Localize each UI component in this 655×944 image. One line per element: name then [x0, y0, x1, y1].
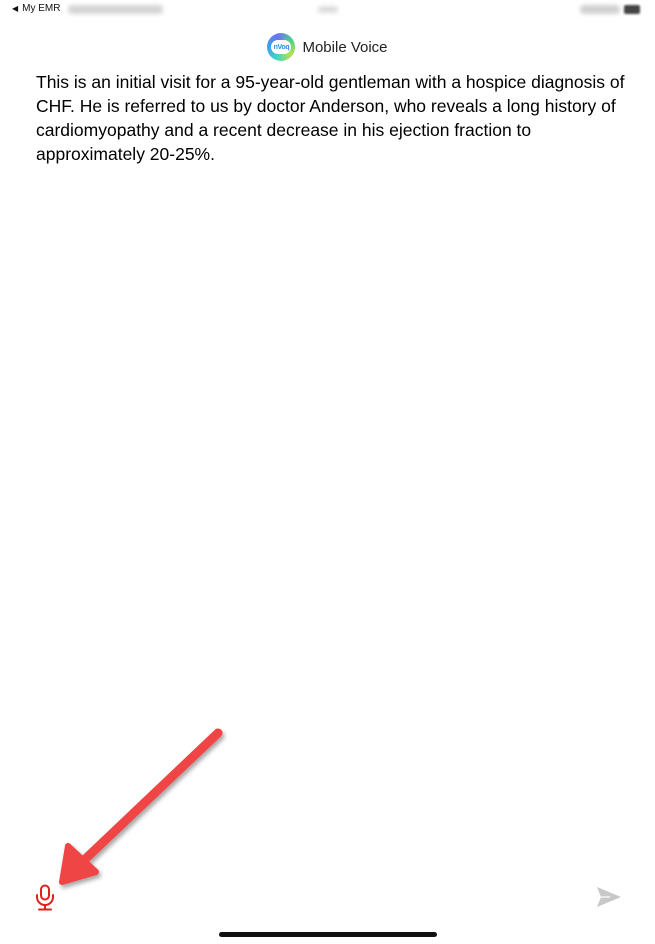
blurred-status-center [318, 6, 338, 13]
app-title: Mobile Voice [302, 38, 388, 56]
blurred-status-time [68, 5, 163, 14]
app-header: nVoq Mobile Voice [0, 32, 655, 62]
back-to-app-link[interactable]: ◀ My EMR [12, 3, 61, 14]
home-indicator[interactable] [219, 932, 437, 937]
app-logo: nVoq [267, 33, 296, 61]
status-bar: ◀ My EMR [0, 0, 655, 22]
dictation-transcript[interactable]: This is an initial visit for a 95-year-o… [36, 70, 626, 166]
back-chevron-icon: ◀ [12, 4, 19, 13]
send-button[interactable] [596, 886, 622, 908]
send-icon [597, 887, 621, 907]
microphone-button[interactable] [34, 884, 56, 912]
back-link-label: My EMR [22, 3, 61, 14]
battery-icon [624, 5, 640, 14]
microphone-icon [36, 884, 54, 911]
blurred-status-percent [580, 5, 620, 14]
logo-text: nVoq [271, 40, 292, 54]
